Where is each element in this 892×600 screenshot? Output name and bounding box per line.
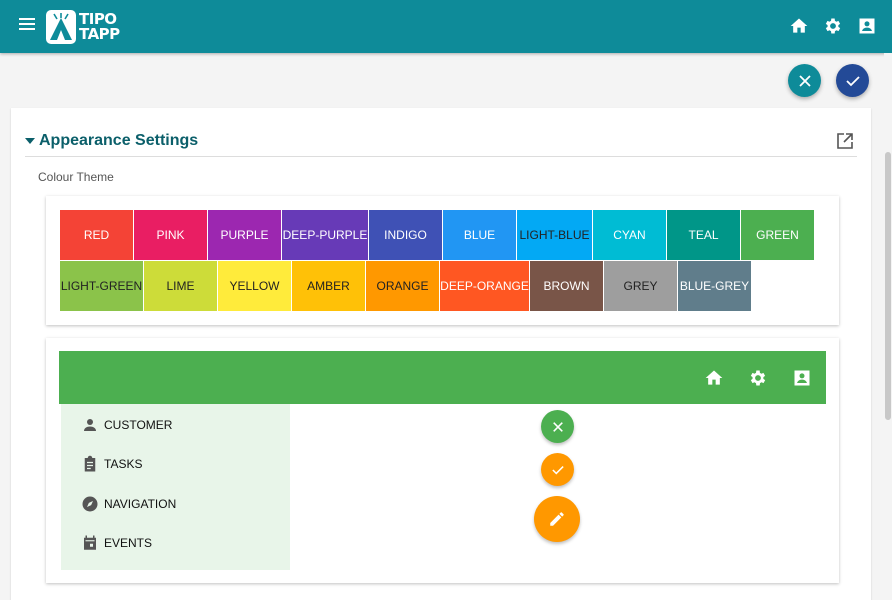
section-header: Appearance Settings — [25, 128, 857, 157]
close-icon — [552, 421, 563, 432]
calendar-icon — [84, 535, 96, 550]
menu-icon[interactable] — [19, 17, 37, 31]
swatch-label: CYAN — [613, 228, 646, 242]
swatch-label: YELLOW — [229, 279, 280, 293]
open-in-new-icon[interactable] — [836, 132, 854, 150]
swatch-label: PURPLE — [220, 228, 269, 242]
swatch-lime[interactable]: LIME — [144, 261, 217, 311]
compass-icon — [82, 496, 98, 512]
swatch-light-blue[interactable]: LIGHT-BLUE — [517, 210, 592, 260]
clipboard-icon — [84, 455, 96, 472]
swatch-amber[interactable]: AMBER — [292, 261, 365, 311]
logo[interactable]: TIPO TAPP — [46, 10, 120, 44]
scrollbar-thumb[interactable] — [885, 152, 891, 420]
swatch-deep-purple[interactable]: DEEP-PURPLE — [282, 210, 368, 260]
swatch-purple[interactable]: PURPLE — [208, 210, 281, 260]
section-toggle[interactable]: Appearance Settings — [25, 132, 198, 150]
preview-menu-item-tasks[interactable]: TASKS — [81, 455, 142, 473]
swatch-label: RED — [83, 228, 110, 242]
swatch-pink[interactable]: PINK — [134, 210, 207, 260]
caret-down-icon — [25, 138, 35, 144]
swatch-label: GREY — [623, 279, 658, 293]
preview-menu-item-events[interactable]: EVENTS — [81, 534, 152, 552]
home-icon — [705, 370, 723, 385]
cancel-button[interactable] — [788, 64, 821, 97]
preview-actions — [704, 368, 812, 388]
swatch-light-green[interactable]: LIGHT-GREEN — [60, 261, 143, 311]
swatch-label: PINK — [156, 228, 185, 242]
swatch-deep-orange[interactable]: DEEP-ORANGE — [440, 261, 529, 311]
theme-preview: CUSTOMER TASKS NAVIGATION EVENTS — [46, 338, 839, 583]
swatch-brown[interactable]: BROWN — [530, 261, 603, 311]
gear-icon — [750, 370, 766, 386]
check-icon — [551, 465, 564, 475]
swatch-green[interactable]: GREEN — [741, 210, 814, 260]
preview-app-bar — [59, 351, 826, 404]
contact-card-icon — [794, 370, 810, 386]
home-icon[interactable] — [788, 15, 810, 37]
colour-theme-label: Colour Theme — [38, 170, 114, 184]
app-bar-actions — [788, 15, 878, 37]
app-bar: TIPO TAPP — [0, 0, 892, 53]
gear-icon[interactable] — [822, 15, 844, 37]
swatch-label: LIME — [166, 279, 195, 293]
settings-card: Appearance Settings Colour Theme RED PIN… — [11, 108, 871, 600]
logo-wordmark: TIPO TAPP — [79, 12, 120, 42]
confirm-button[interactable] — [836, 64, 869, 97]
preview-menu-item-navigation[interactable]: NAVIGATION — [81, 495, 176, 513]
swatch-red[interactable]: RED — [60, 210, 133, 260]
swatch-blue[interactable]: BLUE — [443, 210, 516, 260]
swatch-label: DEEP-PURPLE — [282, 228, 368, 242]
swatch-label: LIGHT-BLUE — [519, 228, 590, 242]
preview-menu-label: EVENTS — [104, 536, 153, 550]
preview-menu-item-customer[interactable]: CUSTOMER — [81, 416, 172, 434]
swatch-label: LIGHT-GREEN — [60, 279, 143, 293]
swatch-indigo[interactable]: INDIGO — [369, 210, 442, 260]
swatch-label: BROWN — [543, 279, 590, 293]
swatch-blue-grey[interactable]: BLUE-GREY — [678, 261, 751, 311]
logo-line-2: TAPP — [79, 25, 120, 43]
preview-confirm-button[interactable] — [541, 453, 574, 486]
pencil-icon — [550, 512, 564, 526]
contact-card-icon[interactable] — [856, 15, 878, 37]
swatch-label: ORANGE — [376, 279, 429, 293]
preview-edit-button[interactable] — [534, 496, 580, 542]
preview-cancel-button[interactable] — [541, 410, 574, 443]
preview-sidebar: CUSTOMER TASKS NAVIGATION EVENTS — [61, 404, 290, 570]
swatch-label: TEAL — [688, 228, 719, 242]
preview-menu-label: TASKS — [104, 457, 143, 471]
swatch-teal[interactable]: TEAL — [667, 210, 740, 260]
swatch-label: INDIGO — [384, 228, 427, 242]
section-title: Appearance Settings — [39, 132, 199, 149]
logo-mark — [46, 10, 76, 44]
colour-theme-picker: RED PINK PURPLE DEEP-PURPLE INDIGO BLUE … — [46, 196, 839, 325]
preview-menu-label: CUSTOMER — [104, 418, 173, 432]
swatch-label: GREEN — [756, 228, 799, 242]
person-icon — [84, 419, 96, 431]
swatch-label: BLUE-GREY — [679, 279, 750, 293]
swatch-label: AMBER — [307, 279, 350, 293]
preview-menu-label: NAVIGATION — [104, 497, 177, 511]
swatch-label: DEEP-ORANGE — [440, 279, 529, 293]
swatch-cyan[interactable]: CYAN — [593, 210, 666, 260]
check-icon — [845, 75, 860, 86]
swatch-yellow[interactable]: YELLOW — [218, 261, 291, 311]
close-icon — [798, 74, 811, 87]
swatch-label: BLUE — [463, 228, 496, 242]
swatch-grey[interactable]: GREY — [604, 261, 677, 311]
swatch-orange[interactable]: ORANGE — [366, 261, 439, 311]
